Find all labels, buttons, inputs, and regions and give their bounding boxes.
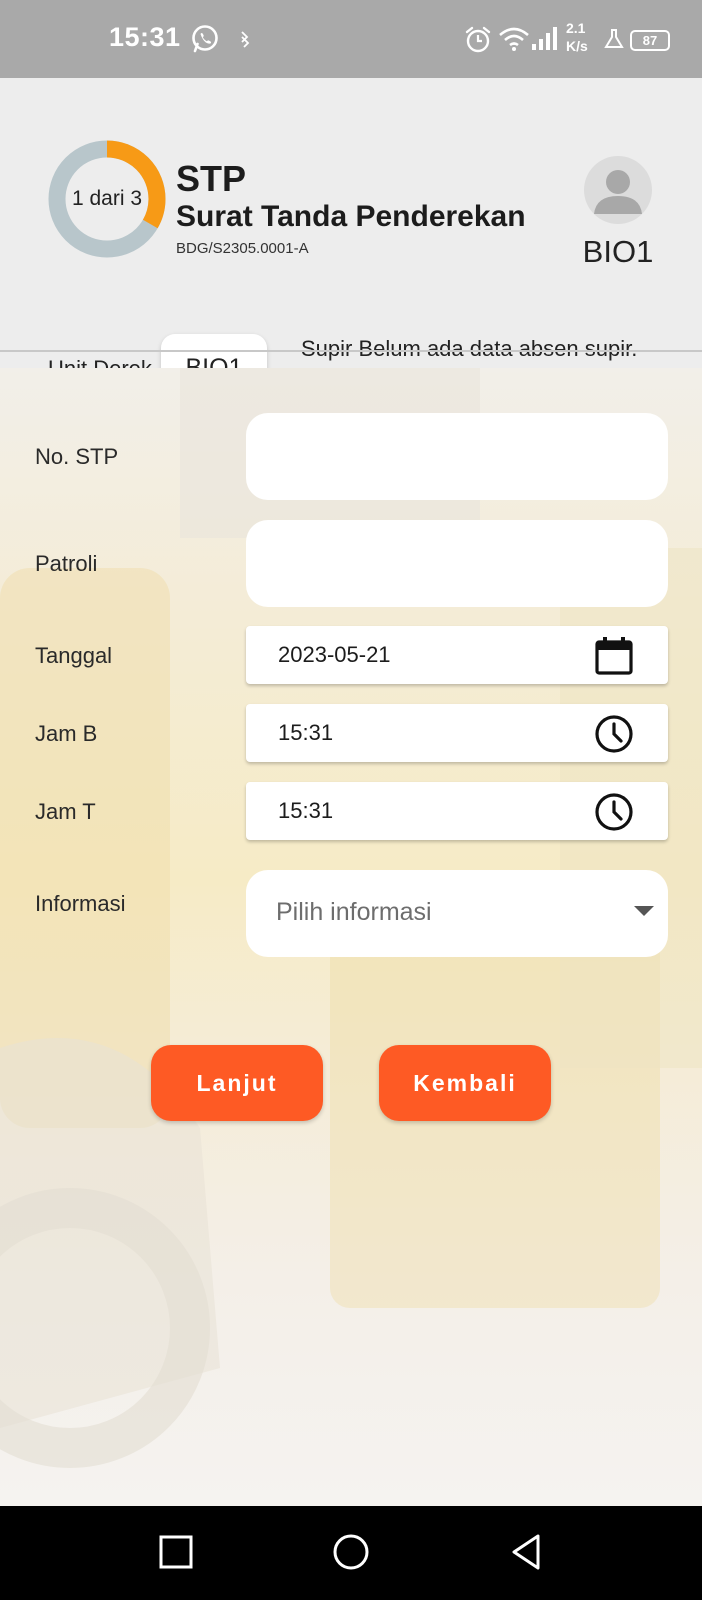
notification-icon (241, 31, 250, 48)
header: 1 dari 3 STP Surat Tanda Penderekan BDG/… (0, 78, 702, 402)
wifi-icon (499, 27, 529, 51)
calendar-icon[interactable] (592, 634, 636, 678)
battery-level: 87 (642, 33, 658, 48)
alarm-icon (465, 26, 491, 53)
informasi-dropdown[interactable]: Pilih informasi (246, 870, 668, 957)
jam-b-label: Jam B (35, 721, 98, 746)
header-divider (0, 350, 702, 352)
tanggal-date-picker[interactable]: 2023-05-21 (246, 626, 668, 684)
document-code: BDG/S2305.0001-A (176, 240, 309, 257)
supir-status: Supir Belum ada data absen supir. (301, 336, 638, 361)
no-stp-input[interactable] (246, 413, 668, 500)
next-button[interactable]: Lanjut (151, 1045, 323, 1121)
lab-icon (604, 29, 624, 48)
jam-b-time-picker[interactable]: 15:31 (246, 704, 668, 762)
patroli-label: Patroli (35, 551, 98, 576)
navigation-bar (0, 1506, 702, 1600)
page-subtitle: Surat Tanda Penderekan (176, 200, 526, 233)
network-speed-unit: K/s (566, 38, 588, 54)
jam-t-value: 15:31 (278, 798, 334, 823)
signal-icon (532, 27, 557, 50)
progress-label: 1 dari 3 (71, 187, 143, 210)
tanggal-value: 2023-05-21 (278, 642, 391, 667)
back-button[interactable]: Kembali (379, 1045, 551, 1121)
informasi-placeholder: Pilih informasi (276, 898, 432, 926)
jam-t-label: Jam T (35, 799, 96, 824)
clock-icon[interactable] (592, 712, 636, 756)
user-icon (594, 170, 642, 214)
battery-icon: 87 (630, 30, 670, 51)
patroli-input[interactable] (246, 520, 668, 607)
home-icon[interactable] (331, 1532, 371, 1572)
status-bar: 15:31 2.1 K/s 87 (0, 0, 702, 78)
tanggal-label: Tanggal (35, 643, 113, 668)
clock-icon[interactable] (592, 790, 636, 834)
user-name: BIO1 (582, 234, 654, 269)
whatsapp-icon (192, 25, 218, 53)
no-stp-label: No. STP (35, 444, 119, 469)
informasi-label: Informasi (35, 891, 126, 916)
form-area: No. STP Patroli Tanggal 2023-05-21 Jam B… (0, 368, 702, 1506)
page-title: STP (176, 158, 247, 199)
network-speed: 2.1 (566, 20, 586, 36)
jam-t-time-picker[interactable]: 15:31 (246, 782, 668, 840)
status-time: 15:31 (109, 22, 181, 52)
chevron-down-icon (634, 906, 654, 916)
jam-b-value: 15:31 (278, 720, 334, 745)
avatar[interactable] (584, 156, 652, 224)
back-icon[interactable] (508, 1532, 544, 1572)
recent-apps-icon[interactable] (158, 1534, 194, 1570)
